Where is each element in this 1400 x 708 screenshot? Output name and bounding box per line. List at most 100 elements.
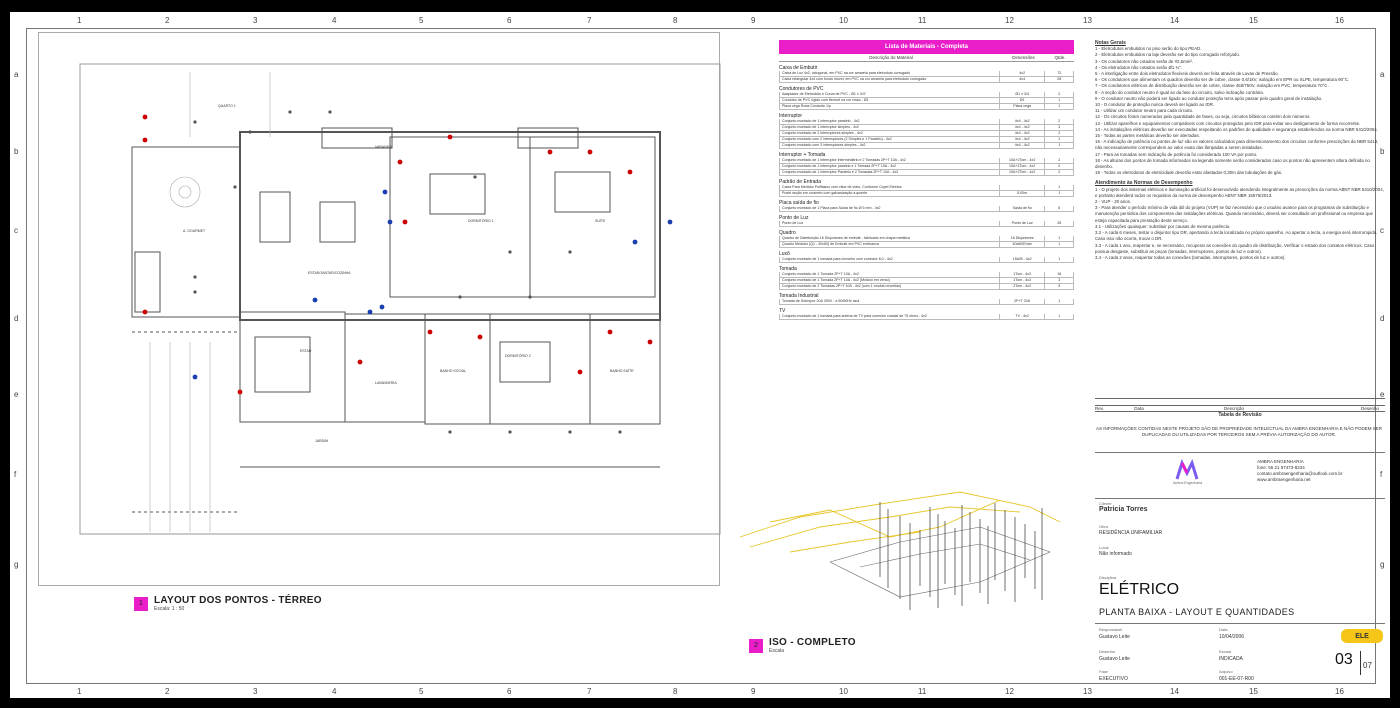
drawing-sheet: 1 2 3 4 5 6 7 8 9 10 11 12 13 14 15 16 1 2 3 4 5 6 7 8 9 10 11 12 1… <box>10 12 1390 698</box>
electrical-point-symbol <box>477 334 483 340</box>
materials-cell: 72 <box>1057 71 1062 75</box>
materials-cell: 10A+2Tom - 4x2 <box>1000 158 1046 163</box>
materials-cell: 2 <box>1058 92 1061 96</box>
grid-col-11: 11 <box>918 16 927 25</box>
company-logo-icon <box>1175 459 1199 480</box>
scale-label: Escala <box>1219 649 1232 654</box>
electrical-point-symbol <box>193 275 197 279</box>
electrical-point-symbol <box>142 114 148 120</box>
disclaimer: AS INFORMAÇÕES CONTIDAS NESTE PROJETO SÃ… <box>1095 426 1383 437</box>
rev-col-desenho: Desenho <box>1360 406 1379 411</box>
materials-cell: 4x4 - 4x2 <box>1000 137 1046 142</box>
electrical-point-symbol <box>508 250 512 254</box>
materials-cell: 1 <box>1058 98 1061 102</box>
materials-cell: 1 <box>1058 104 1061 108</box>
materials-cell: Caixa Para Medidor Polifásico com visor … <box>780 185 1000 190</box>
general-notes: Notas Gerais 1 - Eletrodutos embutidos n… <box>1095 40 1385 261</box>
materials-cell: Conjunto montado de 1 Placa para Saída d… <box>780 206 1000 211</box>
materials-row: Poste seção em concreto com galvanização… <box>779 191 1074 197</box>
room-label-banho-social: BANHO SOCIAL <box>440 369 466 373</box>
materials-cell: 1 <box>1058 236 1061 240</box>
file-value: 001-EE-07-R00 <box>1219 676 1254 682</box>
drawn-label: Desenho <box>1099 649 1116 654</box>
location-label: Local <box>1099 545 1109 550</box>
company-site: www.ambraengenharia.net <box>1257 477 1311 482</box>
materials-cell: 4x4 <box>1000 77 1046 82</box>
room-label-estar-jantar: ESTAR/JANTAR/COZINHA <box>308 271 351 275</box>
materials-cell: 1 <box>1058 137 1061 141</box>
room-label-lavanderia: LAVANDERIA <box>375 381 397 385</box>
rev-col-rev: Rev. <box>1095 406 1104 411</box>
materials-row: Placa cega Roda Conduíte 1/p Placa cega 1 <box>779 104 1074 110</box>
materials-cell: Conjunto montado de 2 interruptores simp… <box>780 131 1000 136</box>
materials-cell: Conjunto montado com 2 interruptores (2 … <box>780 137 1000 142</box>
electrical-point-symbol <box>367 309 373 315</box>
note-item: 3.2 - A cada 6 meses, testar o disjuntor… <box>1095 230 1378 242</box>
room-label-suite: SUÍTE <box>595 219 606 223</box>
electrical-point-symbol <box>448 430 452 434</box>
materials-row: Caixa retangular 4x4 com fundo móvel, em… <box>779 77 1074 83</box>
materials-cell: TV - 4x2 <box>1000 314 1046 319</box>
electrical-point-symbol <box>193 290 197 294</box>
materials-cell: 1 <box>1058 257 1061 261</box>
grid-col-16: 16 <box>1335 687 1344 696</box>
view-title: LAYOUT DOS PONTOS - TÉRREO <box>154 595 322 606</box>
materials-cell: Ø1 x 3/4 <box>1000 92 1046 97</box>
norms-list: 1 - O projeto dos sistemas elétricos e i… <box>1095 187 1385 261</box>
file-label: Arquivo <box>1219 669 1233 674</box>
electrical-point-symbol <box>627 169 633 175</box>
materials-cell: 2 <box>1058 170 1061 174</box>
scale-value: INDICADA <box>1219 656 1243 662</box>
electrical-point-symbol <box>402 219 408 225</box>
materials-cell: 6 <box>1058 206 1061 210</box>
rev-col-descricao: Descrição <box>1223 406 1244 411</box>
materials-cell: 4x4 - 4x2 <box>1000 143 1046 148</box>
materials-cell: Condutor de PVC rígido com flexível na c… <box>780 98 1000 103</box>
grid-col-8: 8 <box>673 687 678 696</box>
materials-cell: Caixa de Luz 4x2, octogonal, em PVC na c… <box>780 71 1000 76</box>
company-logo-text: Ambra Engenharia <box>1173 481 1203 485</box>
materials-row: Conjunto montado de 2 Tomadas 2P+T 10A -… <box>779 284 1074 290</box>
date-value: 10/04/2006 <box>1219 634 1245 640</box>
materials-cell: Tomada de Sobrepor 20A 250V - a 50/60Hz … <box>780 299 1000 304</box>
materials-cell: Placa cega Roda Conduíte 1/p <box>780 104 1000 109</box>
phase-label: Fase <box>1099 669 1108 674</box>
grid-col-12: 12 <box>1005 687 1014 696</box>
sheet-total: 07 <box>1363 661 1372 670</box>
floorplan-drawing: QUARTO 1 A. GOURMET ESTAR/JANTAR/COZINHA… <box>79 63 721 535</box>
author-value: Gustavo Leite <box>1099 634 1130 640</box>
grid-col-10: 10 <box>839 687 848 696</box>
materials-cell: 2 <box>1058 119 1061 123</box>
materials-cell: Conjunto montado de 1 interruptor interm… <box>780 158 1000 163</box>
electrical-point-symbol <box>427 329 433 335</box>
room-label-dormitorio1: DORMITÓRIO 1 <box>468 218 494 223</box>
materials-cell: 3 <box>1058 125 1061 129</box>
materials-cell: 4x4 - 4x2 <box>1000 125 1046 130</box>
materials-cell: 10A+1Tom - 4x2 <box>1000 164 1046 169</box>
company-block: Ambra Engenharia AMBRA ENGENHARIA fone: … <box>1095 452 1385 499</box>
grid-col-14: 14 <box>1170 687 1179 696</box>
client-name: Patricia Torres <box>1099 506 1148 513</box>
materials-cell: Quadro de Distribuição 16 Disjuntores de… <box>780 236 1000 241</box>
materials-cell: 16 <box>1057 272 1062 276</box>
materials-cell: 2 <box>1058 131 1061 135</box>
room-label-estar: ESTAR <box>300 349 312 353</box>
materials-cell: Conjunto montado de 1 interruptor Parale… <box>780 170 1000 175</box>
materials-cell: Conjunto montado de 1 interruptor simple… <box>780 125 1000 130</box>
electrical-point-symbol <box>379 304 385 310</box>
discipline-value: ELÉTRICO <box>1099 581 1180 598</box>
materials-cell: Placa cega <box>1000 104 1046 109</box>
room-label-jardim: JARDIM <box>315 439 328 443</box>
grid-row-d: d <box>1380 314 1385 323</box>
note-item: 3 - Para atender o período mínimo de vid… <box>1095 205 1373 223</box>
room-label-banho-suite: BANHO SUÍTE <box>610 369 634 373</box>
materials-cell: 40x60/Embr <box>1000 242 1046 247</box>
materials-row: Tomada de Sobrepor 20A 250V - a 50/60Hz … <box>779 299 1074 305</box>
grid-col-9: 9 <box>751 687 756 696</box>
iso-scale: Escala <box>769 648 785 654</box>
electrical-point-symbol <box>528 295 532 299</box>
materials-row: Conjunto montado de 1 tomada para antena… <box>779 314 1074 320</box>
materials-cell: Conjunto montado com 3 interruptores sim… <box>780 143 1000 148</box>
view-number-badge: 1 <box>134 596 148 611</box>
materials-cell: 1Tom - 4x2 <box>1000 278 1046 283</box>
